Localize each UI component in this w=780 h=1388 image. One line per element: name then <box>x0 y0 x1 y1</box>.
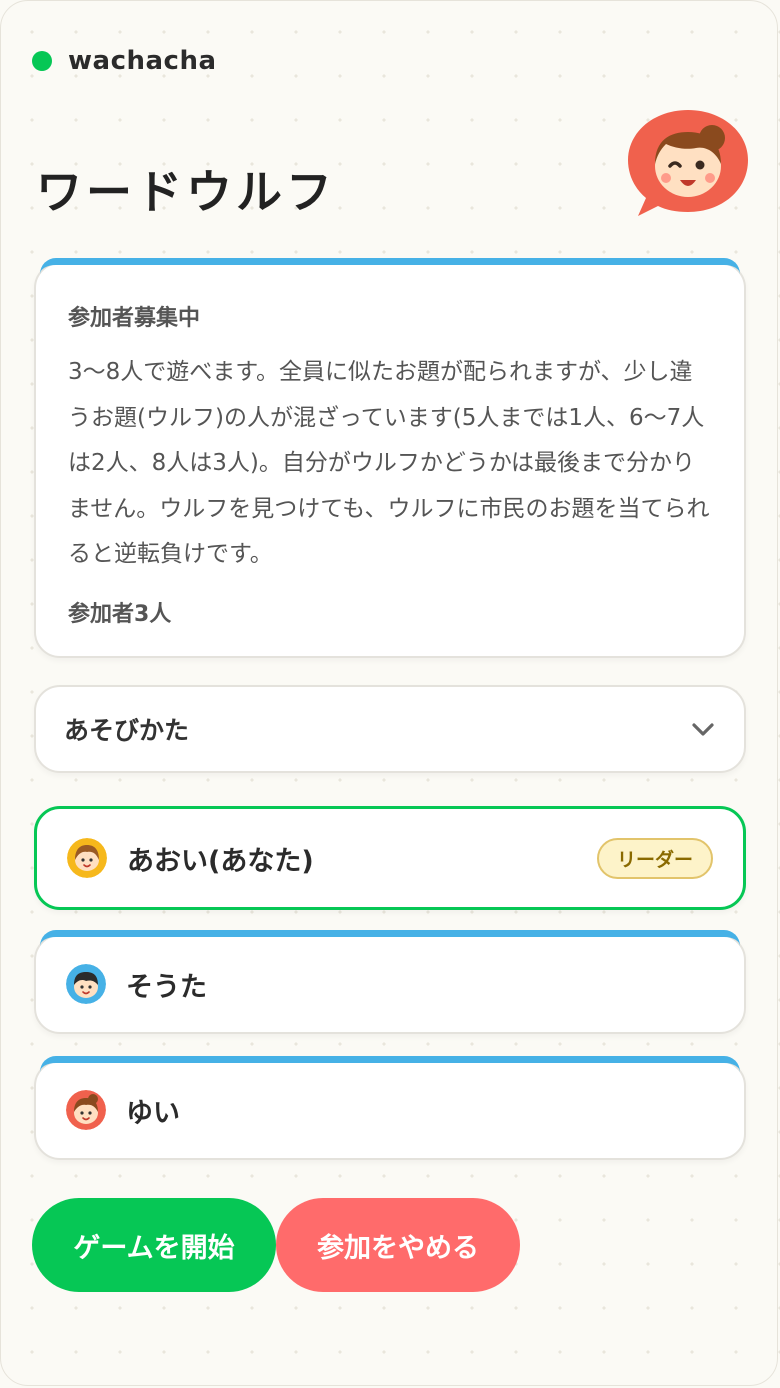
recruitment-status: 参加者募集中 <box>68 306 201 331</box>
page-title: ワードウルフ <box>36 165 336 219</box>
card-accent-stripe <box>40 1056 740 1072</box>
online-status-dot <box>32 51 52 71</box>
player-row: あおい(あなた) リーダー <box>34 806 746 910</box>
how-to-play-accordion[interactable]: あそびかた <box>34 685 746 773</box>
participant-count: 参加者3人 <box>68 601 172 627</box>
girl-avatar-icon <box>67 838 107 878</box>
leader-badge: リーダー <box>596 837 713 879</box>
app-header: wachacha <box>32 46 217 76</box>
card-accent-stripe <box>40 258 740 274</box>
mascot-speech-bubble-icon <box>628 110 748 216</box>
start-game-button[interactable]: ゲームを開始 <box>32 1198 276 1292</box>
app-name: wachacha <box>68 46 217 76</box>
player-name: ゆい <box>126 1097 180 1129</box>
how-to-play-label: あそびかた <box>64 716 190 745</box>
game-description: 3〜8人で遊べます。全員に似たお題が配られますが、少し違うお題(ウルフ)の人が混… <box>68 359 710 567</box>
player-row: そうた <box>34 930 746 1034</box>
player-name: そうた <box>126 971 207 1003</box>
player-name: あおい(あなた) <box>127 845 314 877</box>
boy-avatar-icon <box>66 964 106 1004</box>
player-row: ゆい <box>34 1056 746 1160</box>
recruitment-card: 参加者募集中 3〜8人で遊べます。全員に似たお題が配られますが、少し違うお題(ウ… <box>34 258 746 658</box>
card-accent-stripe <box>40 930 740 946</box>
girl-bun-avatar-icon <box>66 1090 106 1130</box>
leave-game-button[interactable]: 参加をやめる <box>276 1198 520 1292</box>
chevron-down-icon[interactable] <box>690 716 716 742</box>
